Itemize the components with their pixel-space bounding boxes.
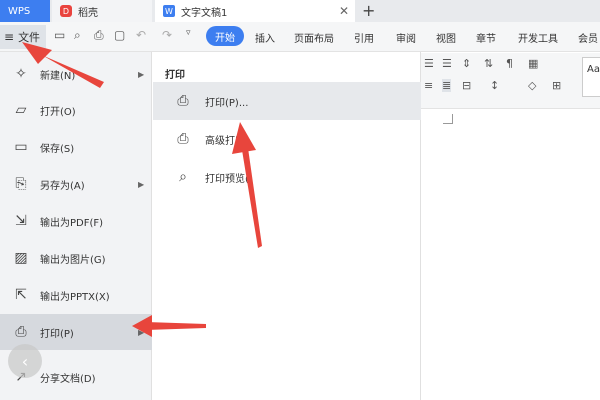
menu-new-label: 新建(N) [40, 70, 76, 82]
shading-icon[interactable]: ◇ [528, 79, 536, 92]
margin-marker [443, 114, 453, 124]
save-icon[interactable]: ▭ [54, 28, 65, 42]
tab-home-label: 开始 [215, 32, 235, 44]
tab-member[interactable]: 会员 [578, 30, 598, 45]
submenu-print[interactable]: ⎙ 打印(P)... [153, 82, 421, 120]
menu-share-label: 分享文档(D) [40, 373, 96, 385]
menu-open-label: 打开(O) [40, 106, 76, 118]
export-pdf-icon: ⇲ [15, 213, 27, 229]
style-preview[interactable]: Aa [582, 57, 600, 97]
tab-references[interactable]: 引用 [354, 30, 374, 45]
align-center-icon[interactable]: ☰ [442, 57, 452, 70]
tab-home[interactable]: 开始 [206, 26, 244, 46]
tab-wps[interactable]: WPS [0, 0, 50, 22]
indent-icon[interactable]: ⊟ [462, 79, 471, 92]
submenu-print-preview-label: 打印预览( [205, 173, 249, 185]
border-icon[interactable]: ⊞ [552, 79, 561, 92]
tab-daoke-label: 稻壳 [78, 7, 98, 19]
chevron-right-icon: ▶ [138, 327, 145, 337]
tab-chapter[interactable]: 章节 [476, 30, 496, 45]
printer-icon: ⎙ [177, 93, 189, 109]
advanced-print-icon: ⎙ [177, 131, 189, 147]
printer-icon: ⎙ [15, 324, 27, 340]
close-icon[interactable]: ✕ [339, 4, 349, 18]
menu-open[interactable]: ▱ 打开(O) [0, 92, 152, 128]
menu-save-as[interactable]: ⎘ 另存为(A) ▶ [0, 166, 152, 202]
submenu-print-preview[interactable]: ⌕ 打印预览( [153, 158, 421, 196]
document-canvas[interactable] [420, 110, 600, 400]
print-submenu: 打印 ⎙ 打印(P)... ⎙ 高级打印 ⌕ 打印预览( [153, 52, 421, 400]
tab-page-layout[interactable]: 页面布局 [294, 30, 334, 45]
print-submenu-title: 打印 [165, 70, 185, 81]
redo-icon[interactable]: ↷ [162, 28, 172, 42]
export-image-icon: ▨ [14, 250, 28, 266]
daoke-logo-icon: D [60, 5, 72, 17]
print-icon[interactable]: ⎙ [94, 28, 104, 43]
menu-export-pdf[interactable]: ⇲ 输出为PDF(F) [0, 203, 152, 239]
save-as-icon: ⎘ [15, 176, 27, 192]
tab-view[interactable]: 视图 [436, 30, 456, 45]
back-icon[interactable]: ‹ [8, 344, 42, 378]
file-menu-label: 文件 [18, 31, 41, 44]
menu-save-as-label: 另存为(A) [40, 180, 85, 192]
customize-toolbar-icon[interactable]: ▿ [186, 28, 191, 38]
save-icon: ▭ [14, 139, 28, 155]
menu-save[interactable]: ▭ 保存(S) [0, 129, 152, 165]
tab-wps-label: WPS [8, 5, 31, 17]
menu-save-label: 保存(S) [40, 143, 75, 155]
chevron-right-icon: ▶ [138, 69, 145, 79]
menu-export-pptx-label: 输出为PPTX(X) [40, 291, 110, 303]
tab-bar: WPS D 稻壳 W 文字文稿1 ✕ + [0, 0, 600, 22]
style-sample: Aa [587, 64, 600, 75]
export-pptx-icon: ⇱ [15, 287, 27, 303]
show-marks-icon[interactable]: ¶ [506, 57, 513, 70]
undo-icon[interactable]: ↶ [136, 28, 146, 42]
folder-open-icon: ▱ [15, 102, 27, 118]
tab-review[interactable]: 审阅 [396, 30, 416, 45]
tab-developer[interactable]: 开发工具 [518, 30, 558, 45]
submenu-advanced-print[interactable]: ⎙ 高级打印 [153, 120, 421, 158]
menu-print-label: 打印(P) [40, 328, 74, 340]
table-icon[interactable]: ▦ [528, 57, 538, 70]
print-preview-icon[interactable]: ▢ [114, 28, 125, 42]
justify-icon[interactable]: ≡ [424, 79, 433, 92]
hamburger-icon: ≡ [4, 30, 15, 44]
menu-new[interactable]: ✧ 新建(N) ▶ [0, 56, 152, 92]
paragraph-spacing-icon[interactable]: ↕ [490, 79, 499, 92]
distribute-icon[interactable]: ≣ [442, 79, 452, 92]
align-left-icon[interactable]: ☰ [424, 57, 434, 70]
menu-export-pptx[interactable]: ⇱ 输出为PPTX(X) [0, 277, 152, 313]
file-menu-button[interactable]: ≡ 文件 [0, 25, 46, 49]
tab-daoke[interactable]: D 稻壳 [52, 0, 152, 22]
sort-icon[interactable]: ⇅ [484, 57, 493, 70]
chevron-right-icon: ▶ [138, 179, 145, 189]
submenu-print-label: 打印(P)... [205, 97, 249, 109]
ribbon-tools: ☰ ☰ ⇕ ⇅ ¶ ▦ ≡ ≣ ⊟ ↕ ◇ ⊞ Aa [420, 53, 600, 109]
line-spacing-icon[interactable]: ⇕ [462, 57, 471, 70]
new-doc-icon: ✧ [15, 66, 27, 82]
menu-export-pdf-label: 输出为PDF(F) [40, 217, 104, 229]
submenu-advanced-print-label: 高级打印 [205, 135, 245, 147]
menu-export-image[interactable]: ▨ 输出为图片(G) [0, 240, 152, 276]
writer-logo-icon: W [163, 5, 175, 17]
tab-insert[interactable]: 插入 [255, 30, 275, 45]
menu-export-image-label: 输出为图片(G) [40, 254, 106, 266]
tab-document[interactable]: W 文字文稿1 ✕ [155, 0, 355, 22]
add-tab-icon[interactable]: + [362, 1, 375, 20]
format-painter-icon[interactable]: ⌕ [74, 28, 81, 43]
print-preview-icon: ⌕ [179, 169, 187, 185]
tab-document-label: 文字文稿1 [181, 7, 228, 19]
toolbar: ≡ 文件 ▭ ⌕ ⎙ ▢ ↶ ↷ ▿ 开始 插入 页面布局 引用 审阅 视图 章… [0, 22, 600, 52]
